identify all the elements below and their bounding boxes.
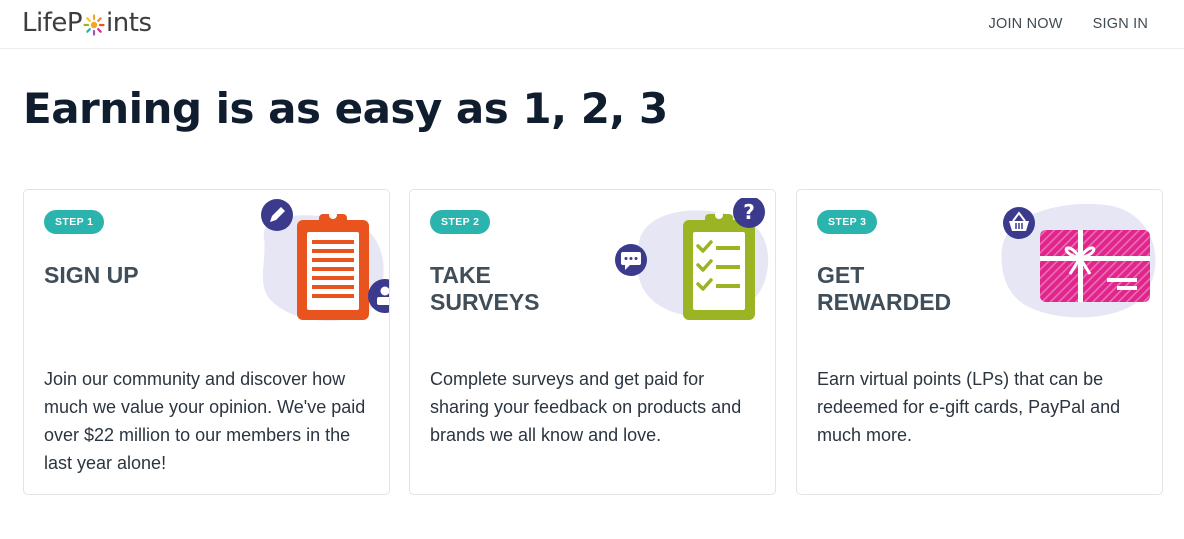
step-badge: STEP 1 [44,210,105,234]
join-now-link[interactable]: JOIN NOW [989,16,1063,32]
lifepoints-logo[interactable]: LifeP ints [22,8,152,38]
logo-text-start: LifeP [22,8,83,38]
chat-icon [615,244,647,276]
step-description: Complete surveys and get paid for sharin… [430,369,742,445]
pencil-icon [261,199,293,231]
step-description: Earn virtual points (LPs) that can be re… [817,369,1121,445]
step-title: GET REWARDED [817,262,952,315]
basket-icon [1003,207,1035,239]
page-headline: Earning is as easy as 1, 2, 3 [23,84,668,133]
step-title: TAKE SURVEYS [430,262,540,315]
survey-clipboard-illustration: ? [615,198,769,320]
top-nav: JOIN NOW SIGN IN [989,16,1148,32]
step-card-sign-up: STEP 1 SIGN UP Join our community and di… [23,189,390,495]
gift-card-illustration [1001,203,1156,318]
logo-text-end: ints [106,8,152,38]
step-card-get-rewarded: STEP 3 GET REWARDED Earn virtual points … [796,189,1163,495]
step-badge: STEP 2 [430,210,491,234]
sun-logo-icon [83,13,105,36]
step-title: SIGN UP [44,262,139,288]
clipboard-illustration [261,199,389,321]
sign-in-link[interactable]: SIGN IN [1093,16,1148,32]
step-badge: STEP 3 [817,210,878,234]
top-bar: LifeP ints JOIN NOW SIGN IN [0,0,1184,49]
svg-text:?: ? [743,200,755,224]
step-description: Join our community and discover how much… [44,369,366,473]
step-card-take-surveys: STEP 2 TAKE SURVEYS ? Complete surveys a… [409,189,776,495]
